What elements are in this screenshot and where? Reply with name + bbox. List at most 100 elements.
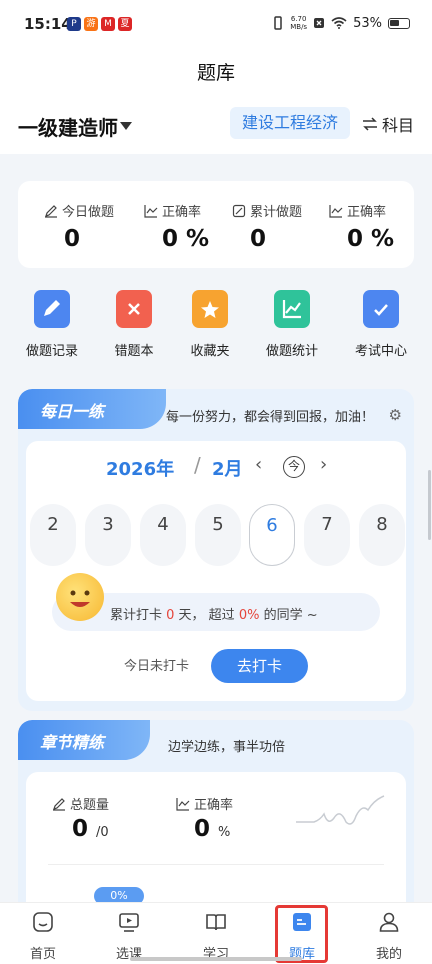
- wifi-icon: [331, 17, 347, 29]
- wrong-book-icon: [116, 290, 152, 328]
- net-speed-unit: MB/s: [290, 23, 308, 31]
- feature-shortcuts: 做题记录 错题本 收藏夹 做题统计 考试中心: [0, 290, 432, 370]
- total-label: 总题量: [70, 798, 110, 813]
- calendar-day-selected[interactable]: 6: [249, 504, 295, 566]
- edit-icon: [53, 797, 65, 811]
- daily-tab-label: 每日一练: [40, 402, 105, 421]
- chapter-practice-tab[interactable]: 章节精练: [18, 720, 150, 760]
- calendar-year[interactable]: 2026年: [106, 455, 174, 481]
- stats-icon: [274, 290, 310, 328]
- caret-down-icon[interactable]: [120, 122, 132, 130]
- notification-icons: P 游 M 夏: [67, 17, 132, 31]
- home-indicator[interactable]: [130, 957, 302, 961]
- calendar-day[interactable]: 3: [85, 504, 131, 566]
- accuracy-value-row: 0 %: [194, 816, 230, 842]
- book-icon: [206, 914, 226, 931]
- checkin-suffix: 的同学 ~: [259, 608, 318, 623]
- status-bar: 15:14 P 游 M 夏 6.70 MB/s 53%: [0, 0, 432, 50]
- checkin-button[interactable]: 去打卡: [211, 649, 308, 683]
- feature-label: 错题本: [114, 344, 154, 359]
- page-title: 题库: [196, 62, 235, 84]
- accuracy-label-row: 正确率: [176, 794, 233, 813]
- feature-label: 考试中心: [354, 344, 407, 359]
- net-speed-value: 6.70: [290, 15, 307, 23]
- app-notification-icon: P: [67, 17, 81, 31]
- app-notification-icon: 夏: [118, 17, 132, 31]
- app-notification-icon: 游: [84, 17, 98, 31]
- checkin-mid: 天， 超过: [174, 608, 239, 623]
- subject-pill[interactable]: 建设工程经济: [230, 107, 350, 139]
- calendar-day[interactable]: 5: [195, 504, 241, 566]
- battery-percent: 53%: [353, 15, 382, 31]
- daily-practice-card: 每日一练 每一份努力，都会得到回报，加油！ ⚙ 2026年 / 2月 ‹ 今 ›…: [18, 389, 414, 711]
- daily-motto: 每一份努力，都会得到回报，加油！: [166, 410, 375, 425]
- chapter-practice-card: 章节精练 边学边练，事半功倍 总题量 0 /0 正确率 0 % 0%: [18, 720, 414, 920]
- video-icon: [119, 913, 139, 932]
- status-time: 15:14: [24, 15, 72, 33]
- stat-label: 累计做题: [250, 205, 303, 220]
- today-button[interactable]: 今: [283, 456, 305, 478]
- status-right: 6.70 MB/s 53%: [272, 15, 410, 31]
- nav-home[interactable]: 首页: [13, 911, 73, 962]
- checkin-status: 今日未打卡: [124, 659, 190, 674]
- calendar-day[interactable]: 7: [304, 504, 350, 566]
- feature-wrong-book[interactable]: 错题本: [94, 290, 174, 359]
- app-header: 题库: [0, 50, 432, 94]
- calendar-month[interactable]: 2月: [212, 455, 243, 481]
- chapter-panel: 总题量 0 /0 正确率 0 % 0%: [26, 772, 406, 920]
- cheer-emoji-icon: [56, 573, 104, 621]
- stats-card: 今日做题 0 正确率 0 % 累计做题 0 正确率 0 %: [18, 181, 414, 268]
- feature-label: 收藏夹: [190, 344, 230, 359]
- divider: [48, 864, 384, 865]
- trend-sparkline-icon: [296, 795, 385, 825]
- chevron-right-icon[interactable]: ›: [320, 454, 327, 475]
- checkin-text: 累计打卡 0 天， 超过 0% 的同学 ~: [110, 604, 318, 623]
- total-value: 0: [72, 816, 89, 842]
- switch-icon: [362, 117, 377, 131]
- stat-value: 0: [64, 226, 81, 252]
- stat-label: 今日做题: [62, 205, 115, 220]
- exam-selector[interactable]: 一级建造师: [18, 112, 118, 141]
- daily-practice-tab[interactable]: 每日一练: [18, 389, 166, 429]
- profile-icon: [379, 912, 399, 932]
- nav-courses[interactable]: 选课: [99, 911, 159, 962]
- stat-total-accuracy: 正确率 0 %: [329, 201, 429, 252]
- star-folder-icon: [192, 290, 228, 328]
- accuracy-label: 正确率: [194, 798, 234, 813]
- nav-label: 首页: [29, 947, 56, 962]
- feature-label: 做题记录: [25, 344, 78, 359]
- switch-subject-label: 科目: [381, 116, 414, 135]
- nav-study[interactable]: 学习: [186, 911, 246, 962]
- vibrate-icon: [274, 16, 282, 30]
- bottom-nav: 首页 选课 学习 题库 我的: [0, 902, 432, 964]
- chapter-tab-label: 章节精练: [40, 733, 105, 752]
- scrollbar[interactable]: [428, 470, 431, 540]
- stat-total-count: 累计做题 0: [232, 201, 332, 252]
- stat-today-count: 今日做题 0: [44, 201, 144, 252]
- stat-value: 0 %: [347, 226, 395, 252]
- home-icon: [33, 912, 53, 932]
- chart-icon: [144, 204, 158, 218]
- feature-favorites[interactable]: 收藏夹: [170, 290, 250, 359]
- gear-icon[interactable]: ⚙: [389, 406, 402, 424]
- calendar-panel: 2026年 / 2月 ‹ 今 › 2 3 4 5 6 7 8 累计打卡 0 天，…: [26, 441, 406, 701]
- calendar-day[interactable]: 4: [140, 504, 186, 566]
- switch-subject-button[interactable]: 科目: [362, 112, 414, 136]
- stat-label: 正确率: [162, 205, 202, 220]
- chart-icon: [329, 204, 343, 218]
- chevron-left-icon[interactable]: ‹: [255, 454, 262, 475]
- edit-icon: [45, 204, 57, 218]
- feature-practice-stats[interactable]: 做题统计: [252, 290, 332, 359]
- chart-icon: [176, 797, 190, 811]
- accuracy-value: 0: [194, 816, 211, 842]
- calendar-day[interactable]: 8: [359, 504, 405, 566]
- stat-value: 0: [250, 226, 267, 252]
- record-icon: [34, 290, 70, 328]
- feature-label: 做题统计: [265, 344, 318, 359]
- calendar-day[interactable]: 2: [30, 504, 76, 566]
- highlight-box: [275, 905, 328, 963]
- doc-edit-icon: [232, 204, 246, 217]
- nav-profile[interactable]: 我的: [359, 911, 419, 962]
- feature-practice-record[interactable]: 做题记录: [12, 290, 92, 359]
- feature-exam-center[interactable]: 考试中心: [341, 290, 421, 359]
